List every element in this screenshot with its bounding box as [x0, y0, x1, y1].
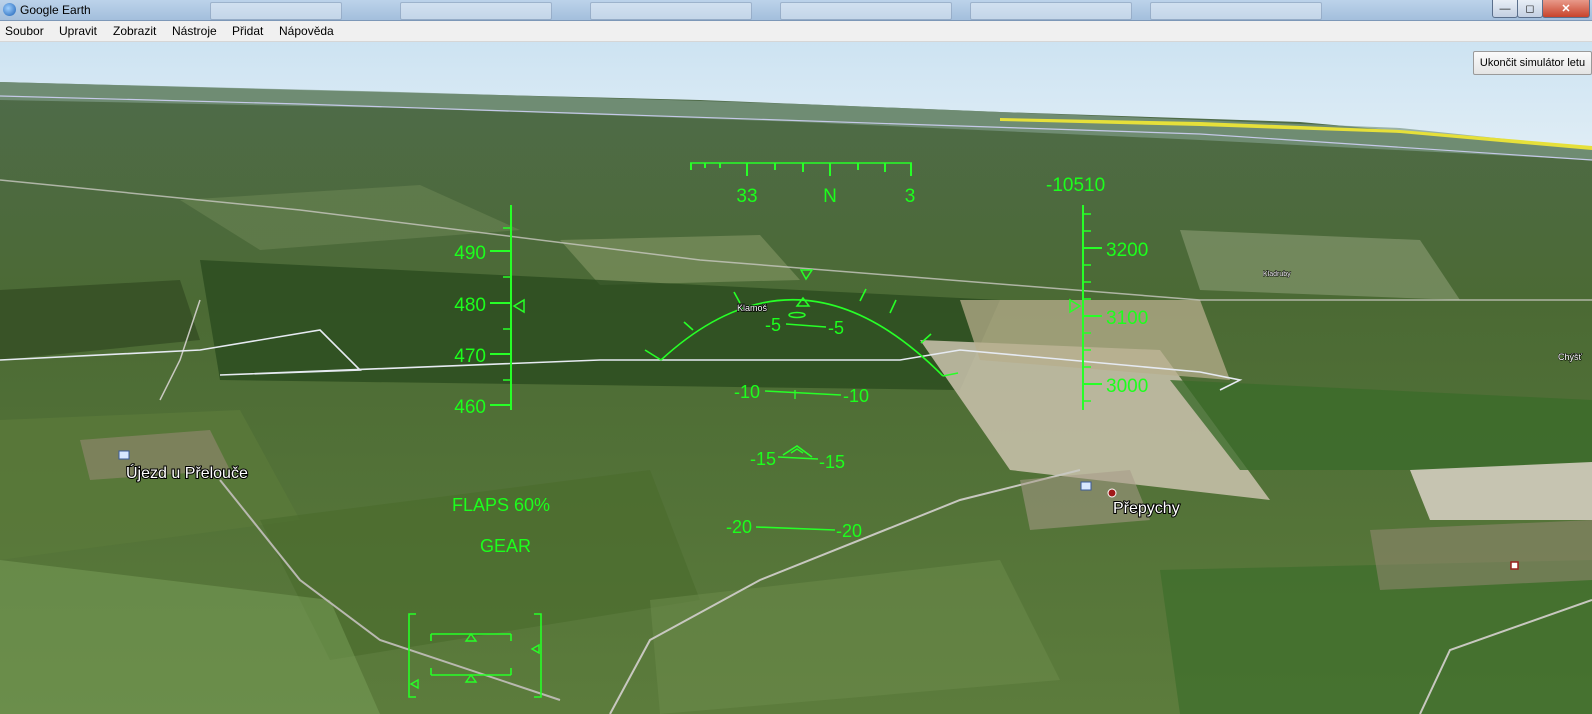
pitch-label-right: -10 — [843, 386, 869, 406]
terrain-view: 33 N 3 -10510 490 480 470 460 3200 3100 … — [0, 42, 1592, 714]
place-label-small[interactable]: Chýšť — [1558, 352, 1584, 363]
pitch-label-right: -15 — [819, 452, 845, 472]
speed-tick-490: 490 — [454, 243, 486, 264]
speed-tick-460: 460 — [454, 397, 486, 418]
altitude-tick-3200: 3200 — [1106, 240, 1148, 261]
google-earth-icon — [3, 3, 16, 16]
tab-thumbnail[interactable] — [210, 2, 342, 20]
speed-tick-470: 470 — [454, 346, 486, 367]
earth-viewport[interactable]: 33 N 3 -10510 490 480 470 460 3200 3100 … — [0, 42, 1592, 714]
tab-thumbnail[interactable] — [780, 2, 952, 20]
gear-indicator: GEAR — [480, 536, 531, 556]
altitude-tick-3100: 3100 — [1106, 308, 1148, 329]
speed-tick-480: 480 — [454, 295, 486, 316]
menu-nastroje[interactable]: Nástroje — [172, 24, 217, 38]
menu-pridat[interactable]: Přidat — [232, 24, 263, 38]
pitch-label-left: -10 — [734, 382, 760, 402]
pitch-label-left: -5 — [765, 315, 781, 335]
menu-soubor[interactable]: Soubor — [5, 24, 44, 38]
place-label-klamos[interactable]: Klamoš — [736, 302, 768, 314]
pitch-label-right: -20 — [836, 521, 862, 541]
window-title: Google Earth — [20, 3, 91, 17]
tab-thumbnail[interactable] — [970, 2, 1132, 20]
menu-napoveda[interactable]: Nápověda — [279, 24, 334, 38]
exit-flight-simulator-button[interactable]: Ukončit simulátor letu — [1473, 51, 1592, 75]
poi-icon[interactable] — [1510, 561, 1519, 570]
title-bar: Google Earth — ◻ ✕ — [0, 0, 1592, 21]
heading-right-label: 3 — [905, 186, 916, 207]
maximize-button[interactable]: ◻ — [1517, 0, 1543, 18]
tab-thumbnail[interactable] — [1150, 2, 1322, 20]
tab-thumbnail[interactable] — [400, 2, 552, 20]
heading-center-label: N — [823, 186, 837, 207]
close-button[interactable]: ✕ — [1542, 0, 1590, 18]
pitch-label-right: -5 — [828, 318, 844, 338]
minimize-button[interactable]: — — [1492, 0, 1518, 18]
place-label: Újezd u Přelouče — [126, 463, 248, 482]
menu-bar: Soubor Upravit Zobrazit Nástroje Přidat … — [0, 21, 1592, 42]
place-label-small[interactable]: Kladruby — [1263, 271, 1292, 279]
pitch-label-left: -20 — [726, 517, 752, 537]
heading-left-label: 33 — [736, 186, 757, 207]
menu-zobrazit[interactable]: Zobrazit — [113, 24, 156, 38]
vertical-speed-readout: -10510 — [1046, 175, 1105, 196]
place-label: Přepychy — [1113, 500, 1180, 517]
pitch-label-left: -15 — [750, 449, 776, 469]
altitude-tick-3000: 3000 — [1106, 376, 1148, 397]
tab-thumbnail[interactable] — [590, 2, 752, 20]
menu-upravit[interactable]: Upravit — [59, 24, 97, 38]
flaps-indicator: FLAPS 60% — [452, 495, 550, 515]
